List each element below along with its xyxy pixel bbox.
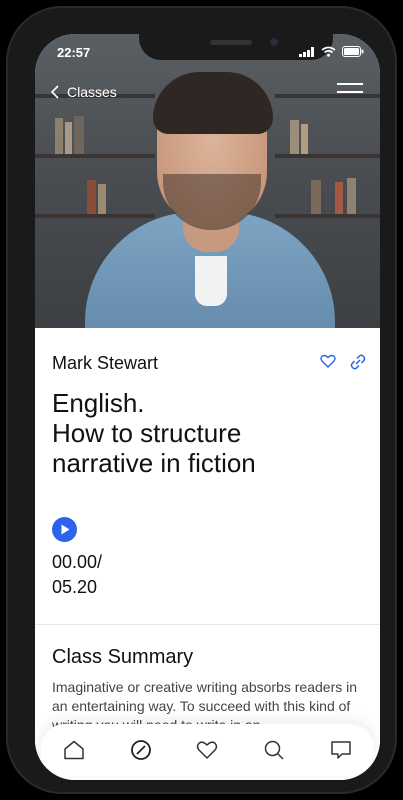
status-time: 22:57 bbox=[57, 45, 91, 60]
tab-bar bbox=[41, 724, 374, 776]
menu-icon[interactable] bbox=[337, 83, 363, 101]
battery-icon bbox=[342, 46, 364, 57]
screen: 22:57 Classes Mark Stewart English. How … bbox=[35, 34, 380, 780]
phone-frame: 22:57 Classes Mark Stewart English. How … bbox=[6, 6, 397, 794]
summary-heading: Class Summary bbox=[52, 646, 194, 668]
chevron-left-icon bbox=[51, 85, 59, 99]
title-line: narrative in fiction bbox=[52, 448, 256, 478]
tab-messages[interactable] bbox=[326, 735, 356, 765]
current-time: 00.00/ bbox=[52, 552, 103, 572]
tab-search[interactable] bbox=[259, 735, 289, 765]
tab-home[interactable] bbox=[59, 735, 89, 765]
person-tee bbox=[195, 256, 227, 306]
play-icon bbox=[61, 524, 70, 535]
wifi-icon bbox=[321, 46, 336, 57]
class-actions bbox=[320, 354, 366, 370]
chat-icon bbox=[330, 741, 351, 759]
class-title: English. How to structure narrative in f… bbox=[52, 388, 342, 478]
heart-icon[interactable] bbox=[320, 354, 336, 368]
home-icon bbox=[64, 740, 85, 760]
status-icons bbox=[299, 46, 364, 57]
signal-icon bbox=[299, 46, 314, 57]
instructor-name: Mark Stewart bbox=[52, 353, 159, 373]
title-line: English. bbox=[52, 388, 145, 418]
link-icon[interactable] bbox=[350, 354, 366, 370]
back-button[interactable]: Classes bbox=[51, 84, 117, 100]
class-details: Mark Stewart English. How to structure n… bbox=[35, 328, 380, 780]
total-time: 05.20 bbox=[52, 577, 98, 597]
instructor-video[interactable] bbox=[35, 34, 380, 328]
search-icon bbox=[264, 740, 284, 760]
divider bbox=[35, 624, 380, 625]
tab-explore[interactable] bbox=[126, 735, 156, 765]
tab-favorites[interactable] bbox=[192, 735, 222, 765]
play-button[interactable] bbox=[52, 517, 77, 542]
compass-icon bbox=[130, 740, 151, 760]
speaker bbox=[210, 40, 252, 45]
back-label: Classes bbox=[67, 84, 117, 100]
camera bbox=[270, 38, 278, 46]
heart-icon bbox=[197, 741, 218, 759]
person-hair bbox=[153, 72, 273, 134]
title-line: How to structure bbox=[52, 418, 242, 448]
playback-time: 00.00/ 05.20 bbox=[52, 550, 102, 600]
